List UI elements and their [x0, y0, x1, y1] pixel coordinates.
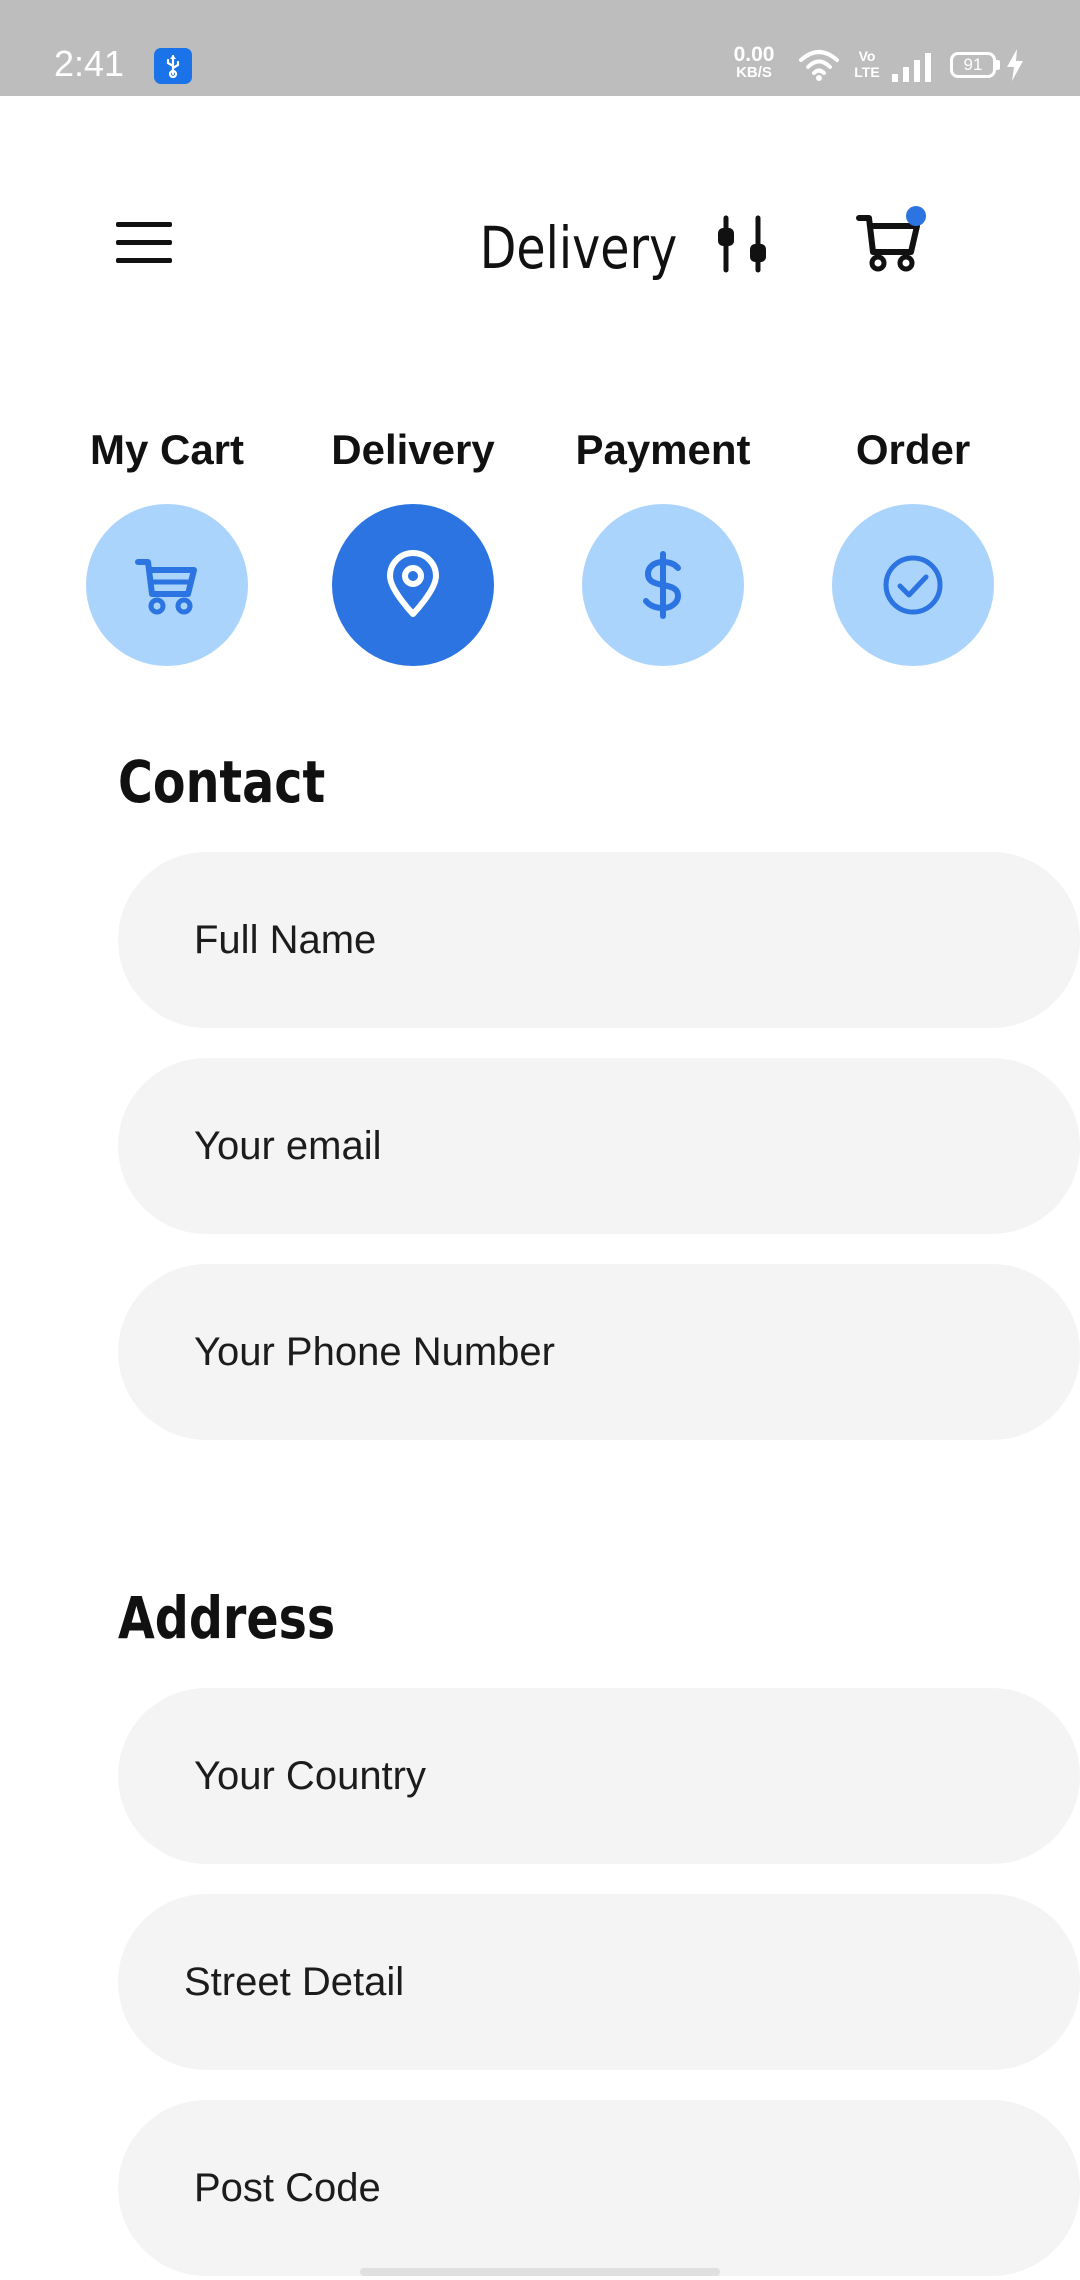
signal-icon: [892, 53, 931, 82]
check-circle-icon: [883, 555, 943, 615]
cart-icon: [135, 559, 197, 615]
step-circle-active: [332, 504, 494, 666]
full-name-field[interactable]: Full Name: [118, 852, 1080, 1028]
step-label: Order: [855, 426, 971, 473]
location-pin-icon: [387, 550, 439, 617]
charging-icon: [1007, 49, 1023, 81]
step-label: Payment: [575, 426, 751, 473]
net-speed-unit: KB/S: [736, 64, 772, 81]
menu-icon[interactable]: [116, 222, 172, 264]
email-field[interactable]: Your email: [118, 1058, 1080, 1234]
step-label: My Cart: [89, 426, 245, 473]
street-detail-placeholder: Street Detail: [184, 1960, 405, 2004]
home-indicator[interactable]: [360, 2268, 720, 2276]
step-delivery[interactable]: Delivery: [308, 422, 518, 666]
phone-number-placeholder: Your Phone Number: [194, 1330, 555, 1374]
post-code-placeholder: Post Code: [194, 2166, 381, 2210]
address-section-title: Address: [118, 1584, 336, 1652]
usb-icon: [154, 48, 192, 84]
step-my-cart[interactable]: My Cart: [62, 422, 272, 666]
post-code-field[interactable]: Post Code: [118, 2100, 1080, 2276]
status-bar: 2:41 0.00 KB/S Vo LTE 91: [0, 0, 1080, 96]
status-time: 2:41: [54, 43, 125, 84]
country-placeholder: Your Country: [194, 1754, 426, 1798]
wifi-icon: [799, 50, 839, 81]
cart-badge: [906, 206, 926, 226]
battery-icon: 91: [950, 52, 996, 78]
net-speed: 0.00 KB/S: [730, 43, 778, 82]
step-circle: [86, 504, 248, 666]
email-placeholder: Your email: [194, 1124, 382, 1168]
full-name-placeholder: Full Name: [194, 918, 377, 962]
contact-section-title: Contact: [118, 748, 326, 816]
step-payment[interactable]: Payment: [558, 422, 768, 666]
filter-icon[interactable]: [714, 214, 770, 274]
dollar-icon: [643, 551, 682, 619]
street-detail-field[interactable]: Street Detail: [118, 1894, 1080, 2070]
country-field[interactable]: Your Country: [118, 1688, 1080, 1864]
step-order[interactable]: Order: [808, 422, 1018, 666]
page-title: Delivery: [479, 214, 678, 282]
volte-indicator: Vo LTE: [854, 48, 880, 80]
net-speed-value: 0.00: [733, 43, 775, 66]
step-circle: [832, 504, 994, 666]
step-circle: [582, 504, 744, 666]
phone-number-field[interactable]: Your Phone Number: [118, 1264, 1080, 1440]
step-label: Delivery: [331, 426, 495, 473]
battery-tip: [996, 60, 1000, 70]
battery-level: 91: [963, 55, 983, 74]
